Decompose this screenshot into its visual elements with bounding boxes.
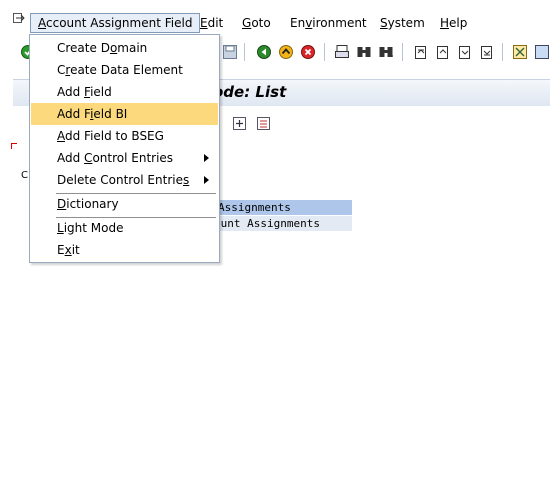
system-menu-icon[interactable] bbox=[13, 13, 25, 24]
help-icon[interactable] bbox=[534, 44, 550, 60]
find-next-icon[interactable] bbox=[378, 44, 394, 60]
menu-item-add-field-bi[interactable]: Add Field BI bbox=[31, 103, 218, 125]
side-label: C bbox=[21, 170, 28, 181]
submenu-arrow-icon bbox=[204, 176, 209, 184]
list-item[interactable]: Assignments bbox=[214, 200, 352, 215]
menu-help[interactable]: Help bbox=[438, 14, 469, 32]
menu-item-exit[interactable]: Exit bbox=[31, 239, 218, 261]
menu-item-light-mode[interactable]: Light Mode bbox=[31, 217, 218, 239]
first-page-icon[interactable] bbox=[412, 44, 428, 60]
last-page-icon[interactable] bbox=[478, 44, 494, 60]
input-marker bbox=[11, 143, 17, 149]
next-page-icon[interactable] bbox=[456, 44, 472, 60]
menu-item-dictionary[interactable]: Dictionary bbox=[31, 193, 218, 215]
previous-page-icon[interactable] bbox=[434, 44, 450, 60]
exit-icon[interactable] bbox=[278, 44, 294, 60]
menu-item-add-field-to-bseg[interactable]: Add Field to BSEG bbox=[31, 125, 218, 147]
account-assignment-field-dropdown: Create Domain Create Data Element Add Fi… bbox=[29, 34, 220, 263]
cancel-icon[interactable] bbox=[300, 44, 316, 60]
menu-system[interactable]: System bbox=[378, 14, 427, 32]
select-icon[interactable] bbox=[256, 116, 271, 131]
menu-item-delete-control-entries[interactable]: Delete Control Entries bbox=[31, 169, 218, 191]
menu-item-add-field[interactable]: Add Field bbox=[31, 81, 218, 103]
expand-icon[interactable] bbox=[232, 116, 247, 131]
menu-item-create-data-element[interactable]: Create Data Element bbox=[31, 59, 218, 81]
menu-item-add-control-entries[interactable]: Add Control Entries bbox=[31, 147, 218, 169]
back-icon[interactable] bbox=[256, 44, 272, 60]
save-icon[interactable] bbox=[222, 44, 238, 60]
find-icon[interactable] bbox=[356, 44, 372, 60]
print-icon[interactable] bbox=[334, 44, 350, 60]
menu-bar: Account Assignment Field Edit Goto Envir… bbox=[0, 0, 550, 38]
menu-goto[interactable]: Goto bbox=[240, 14, 273, 32]
submenu-arrow-icon bbox=[204, 154, 209, 162]
menu-item-create-domain[interactable]: Create Domain bbox=[31, 37, 218, 59]
menu-edit[interactable]: Edit bbox=[198, 14, 225, 32]
menu-account-assignment-field[interactable]: Account Assignment Field bbox=[30, 13, 201, 33]
menu-environment[interactable]: Environment bbox=[288, 14, 369, 32]
page-title: ode: List bbox=[213, 83, 287, 101]
create-session-icon[interactable] bbox=[512, 44, 528, 60]
list-item[interactable]: ount Assignments bbox=[214, 216, 352, 231]
